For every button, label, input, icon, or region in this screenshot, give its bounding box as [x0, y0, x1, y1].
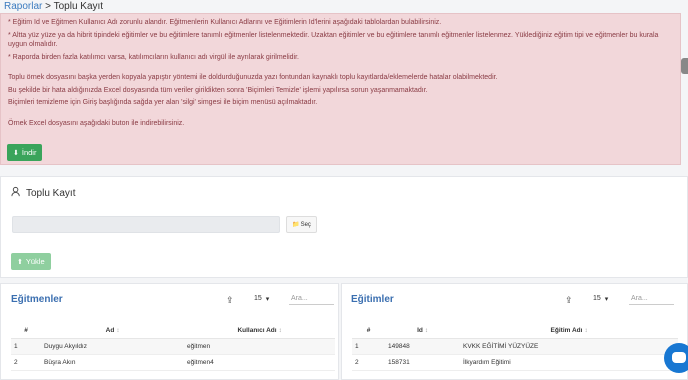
cell: KVKK EĞİTİMİ YÜZYÜZE: [460, 338, 678, 355]
page-size-select[interactable]: 15 ▾: [254, 295, 269, 303]
upload-title-text: Toplu Kayıt: [26, 187, 76, 199]
cell: 2: [352, 354, 385, 371]
search-input[interactable]: Ara...: [289, 293, 334, 305]
bulk-upload-card: Toplu Kayıt 📁 Seç ⬆ Yükle: [0, 176, 688, 278]
upload-icon: ⬆: [17, 258, 23, 266]
breadcrumb-separator: >: [45, 1, 51, 12]
breadcrumb-current: Toplu Kayıt: [53, 1, 104, 12]
alert-line: * Altta yüz yüze ya da hibrit tipindeki …: [8, 31, 659, 49]
page-size-select[interactable]: 15 ▾: [593, 295, 608, 303]
table-header-row: # Id ↕ Eğitim Adı ↕: [352, 324, 678, 339]
export-icon[interactable]: ⇪: [226, 295, 234, 306]
cell: eğitmen4: [184, 354, 335, 371]
courses-title: Eğitimler: [351, 294, 394, 305]
cell: 2: [11, 354, 41, 371]
info-alert: * Eğitim Id ve Eğitmen Kullanıcı Adı zor…: [0, 13, 681, 165]
sort-icon: ↕: [278, 328, 282, 335]
col-header[interactable]: Id ↕: [385, 324, 460, 339]
download-icon: ⬇: [13, 149, 19, 157]
chevron-down-icon: ▾: [265, 296, 270, 303]
sort-icon: ↕: [584, 328, 588, 335]
col-header-label: Id: [417, 327, 423, 335]
select-file-button[interactable]: 📁 Seç: [286, 216, 317, 233]
alert-line: Bu şekilde bir hata aldığınızda Excel do…: [8, 86, 428, 94]
file-input[interactable]: [12, 216, 280, 233]
download-button[interactable]: ⬇ İndir: [7, 144, 43, 161]
table-row[interactable]: 2 158731 İlkyardım Eğitimi: [352, 354, 678, 371]
chat-icon: [672, 352, 686, 363]
col-header[interactable]: Eğitim Adı ↕: [460, 324, 678, 339]
cell: 1: [11, 338, 41, 355]
sort-icon: ↕: [424, 328, 428, 335]
breadcrumb-link-raporlar[interactable]: Raporlar: [4, 1, 42, 12]
table-row[interactable]: 1 149848 KVKK EĞİTİMİ YÜZYÜZE: [352, 338, 678, 355]
courses-table: # Id ↕ Eğitim Adı ↕ 1 149848 KVKK EĞİTİMİ …: [352, 324, 678, 371]
cell: eğitmen: [184, 338, 335, 355]
cell: Duygu Akyıldız: [41, 338, 184, 355]
side-panel-tab[interactable]: [681, 58, 688, 74]
trainers-title: Eğitmenler: [11, 294, 63, 305]
col-header[interactable]: #: [11, 324, 41, 339]
cell: 158731: [385, 354, 460, 371]
courses-card: Eğitimler ⇪ 15 ▾ Ara... # Id ↕ Eğitim Adı…: [341, 283, 688, 380]
page-size-value: 15: [593, 295, 601, 302]
col-header-label: Kullanıcı Adı: [237, 327, 277, 335]
sort-icon: ↕: [116, 328, 120, 335]
alert-line: Biçimleri temizleme için Giriş başlığınd…: [8, 99, 318, 106]
col-header[interactable]: #: [352, 324, 385, 339]
cell: Büşra Akın: [41, 354, 184, 371]
alert-line: * Eğitim Id ve Eğitmen Kullanıcı Adı zor…: [8, 19, 442, 26]
table-header-row: # Ad ↕ Kullanıcı Adı ↕: [11, 324, 335, 339]
page-size-value: 15: [254, 295, 262, 302]
folder-icon: 📁: [292, 222, 300, 228]
table-row[interactable]: 1 Duygu Akyıldız eğitmen: [11, 338, 335, 355]
col-header[interactable]: Kullanıcı Adı ↕: [184, 324, 335, 339]
alert-line: Toplu örnek dosyasını başka yerden kopya…: [8, 74, 498, 81]
cell: İlkyardım Eğitimi: [460, 354, 678, 371]
alert-line: * Raporda birden fazla katılımcı varsa, …: [8, 53, 299, 61]
chat-button[interactable]: [664, 343, 688, 373]
upload-label: Yükle: [25, 257, 45, 266]
upload-button[interactable]: ⬆ Yükle: [11, 253, 51, 270]
col-header-label: Ad: [105, 327, 115, 335]
alert-line: Örnek Excel dosyasını aşağıdaki buton il…: [8, 119, 185, 127]
users-icon: [11, 186, 22, 200]
search-input[interactable]: Ara...: [629, 293, 674, 305]
download-label: İndir: [21, 148, 37, 157]
table-row[interactable]: 2 Büşra Akın eğitmen4: [11, 354, 335, 371]
col-header-label: Eğitim Adı: [550, 327, 583, 335]
cell: 1: [352, 338, 385, 355]
upload-title: Toplu Kayıt: [11, 186, 75, 200]
breadcrumb: Raporlar > Toplu Kayıt: [4, 1, 103, 13]
trainers-table: # Ad ↕ Kullanıcı Adı ↕ 1 Duygu Akyıldız eğ…: [11, 324, 335, 371]
trainers-card: Eğitmenler ⇪ 15 ▾ Ara... # Ad ↕ Kullanıcı…: [0, 283, 339, 380]
col-header[interactable]: Ad ↕: [41, 324, 184, 339]
cell: 149848: [385, 338, 460, 355]
select-file-label: Seç: [300, 221, 311, 228]
chevron-down-icon: ▾: [604, 296, 609, 303]
export-icon[interactable]: ⇪: [565, 295, 573, 306]
